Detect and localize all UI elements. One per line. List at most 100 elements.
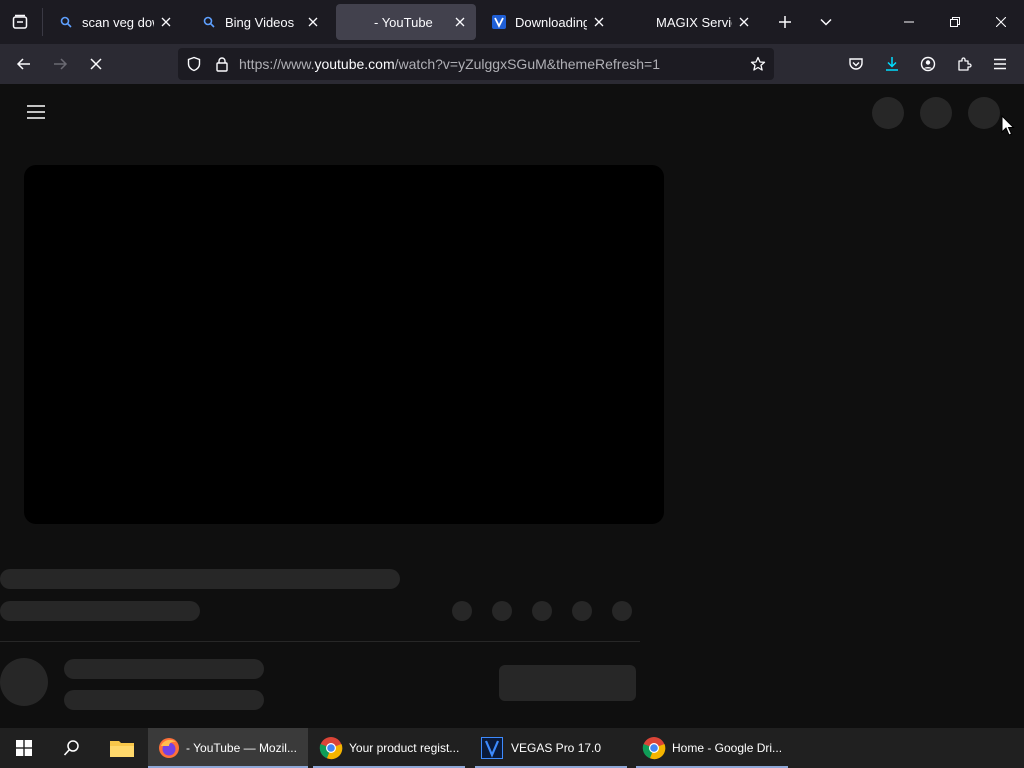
- close-window-button[interactable]: [978, 0, 1024, 44]
- tab-close-button[interactable]: [587, 10, 611, 34]
- tab-separator: [42, 8, 43, 36]
- action-skeleton-circle: [612, 601, 632, 621]
- channel-meta-skeleton: [64, 690, 264, 710]
- firefox-view-icon: [12, 14, 28, 29]
- hamburger-menu-icon: [994, 58, 1006, 70]
- subtitle-skeleton: [0, 601, 200, 621]
- close-icon: [455, 17, 465, 27]
- tab-downloading-vegas[interactable]: Downloading VE: [477, 4, 615, 40]
- folder-icon: [110, 741, 134, 757]
- video-player[interactable]: [24, 165, 664, 524]
- pocket-button[interactable]: [842, 50, 870, 78]
- taskbar-item-chrome-drive[interactable]: Home - Google Dri...: [636, 728, 788, 768]
- taskbar-item-label: - YouTube — Mozil...: [186, 741, 297, 755]
- restore-button[interactable]: [932, 0, 978, 44]
- vegas-icon: [481, 737, 503, 759]
- taskbar-item-label: Home - Google Dri...: [672, 741, 783, 755]
- url-prefix: https://www.: [239, 56, 315, 72]
- subscribe-button-skeleton: [499, 665, 636, 701]
- minimize-button[interactable]: [886, 0, 932, 44]
- tab-title: - YouTube: [374, 14, 433, 30]
- taskbar-item-firefox[interactable]: - YouTube — Mozil...: [148, 728, 308, 768]
- tab-title: scan veg downlo: [82, 14, 154, 30]
- content-divider: [0, 641, 640, 642]
- restore-icon: [950, 17, 960, 27]
- taskbar-item-chrome-registration[interactable]: Your product regist...: [313, 728, 465, 768]
- blank-favicon-icon: [632, 14, 648, 30]
- page-content: [0, 84, 1024, 728]
- header-skeleton-circle: [968, 97, 1000, 129]
- url-host: youtube.com: [314, 56, 395, 72]
- app-menu-button[interactable]: [986, 50, 1014, 78]
- tracking-protection-shield-icon[interactable]: [186, 56, 202, 72]
- url-text[interactable]: https://www.youtube.com/watch?v=yZulggxS…: [239, 56, 660, 72]
- chrome-icon: [642, 736, 666, 760]
- taskbar-item-label: Your product regist...: [349, 741, 460, 755]
- account-icon: [920, 56, 936, 72]
- taskbar-item-label: VEGAS Pro 17.0: [511, 741, 602, 755]
- stop-button[interactable]: [82, 50, 110, 78]
- action-skeleton-circle: [492, 601, 512, 621]
- search-button[interactable]: [48, 728, 96, 768]
- downloads-button[interactable]: [878, 50, 906, 78]
- action-skeleton-circle: [532, 601, 552, 621]
- url-path: /watch?v=yZulggxSGuM&themeRefresh=1: [394, 56, 660, 72]
- firefox-view-button[interactable]: [6, 8, 34, 36]
- tab-magix-service[interactable]: MAGIX Service Cente: [618, 4, 760, 40]
- title-skeleton: [0, 569, 400, 589]
- puzzle-icon: [958, 57, 972, 71]
- start-button[interactable]: [0, 728, 48, 768]
- chrome-icon: [319, 736, 343, 760]
- forward-button[interactable]: [46, 50, 74, 78]
- arrow-right-icon: [54, 58, 68, 70]
- arrow-left-icon: [16, 58, 30, 70]
- list-all-tabs-button[interactable]: [812, 8, 840, 36]
- windows-logo-icon: [16, 740, 32, 756]
- tab-close-button[interactable]: [154, 10, 178, 34]
- close-icon: [996, 17, 1006, 27]
- stop-icon: [90, 58, 102, 70]
- close-icon: [594, 17, 604, 27]
- plus-icon: [779, 16, 791, 28]
- back-button[interactable]: [10, 50, 38, 78]
- tab-strip: scan veg downlo Bing Videos - YouTube Do…: [0, 0, 1024, 44]
- new-tab-button[interactable]: [771, 8, 799, 36]
- windows-taskbar: - YouTube — Mozil... Your product regist…: [0, 728, 1024, 768]
- blank-favicon-icon: [350, 14, 366, 30]
- extensions-button[interactable]: [950, 50, 978, 78]
- tab-title: Bing Videos: [225, 14, 295, 30]
- tab-title: Downloading VE: [515, 14, 587, 30]
- tab-close-button[interactable]: [448, 10, 472, 34]
- tab-close-button[interactable]: [301, 10, 325, 34]
- mouse-cursor-icon: [1001, 115, 1015, 136]
- taskbar-item-vegas[interactable]: VEGAS Pro 17.0: [475, 728, 627, 768]
- tab-scan-veg[interactable]: scan veg downlo: [44, 4, 182, 40]
- firefox-icon: [158, 737, 180, 759]
- bookmark-star-icon[interactable]: [750, 56, 766, 72]
- search-icon: [63, 740, 79, 756]
- header-skeleton-circle: [872, 97, 904, 129]
- search-icon: [201, 14, 217, 30]
- action-skeleton-circle: [572, 601, 592, 621]
- download-icon: [886, 57, 898, 71]
- lock-icon[interactable]: [214, 56, 230, 72]
- guide-menu-button[interactable]: [20, 96, 52, 128]
- tab-close-button[interactable]: [732, 10, 756, 34]
- channel-name-skeleton: [64, 659, 264, 679]
- channel-avatar-skeleton: [0, 658, 48, 706]
- account-button[interactable]: [914, 50, 942, 78]
- file-explorer-button[interactable]: [100, 728, 144, 768]
- close-icon: [308, 17, 318, 27]
- minimize-icon: [904, 21, 914, 23]
- hamburger-menu-icon: [27, 105, 45, 119]
- chevron-down-icon: [820, 18, 832, 26]
- vegas-icon: [491, 14, 507, 30]
- address-bar[interactable]: https://www.youtube.com/watch?v=yZulggxS…: [178, 48, 774, 80]
- tab-title: MAGIX Service Cente: [656, 14, 732, 30]
- close-icon: [161, 17, 171, 27]
- header-skeleton-circle: [920, 97, 952, 129]
- close-icon: [739, 17, 749, 27]
- tab-youtube[interactable]: - YouTube: [336, 4, 476, 40]
- tab-bing-videos[interactable]: Bing Videos: [187, 4, 329, 40]
- search-icon: [58, 14, 74, 30]
